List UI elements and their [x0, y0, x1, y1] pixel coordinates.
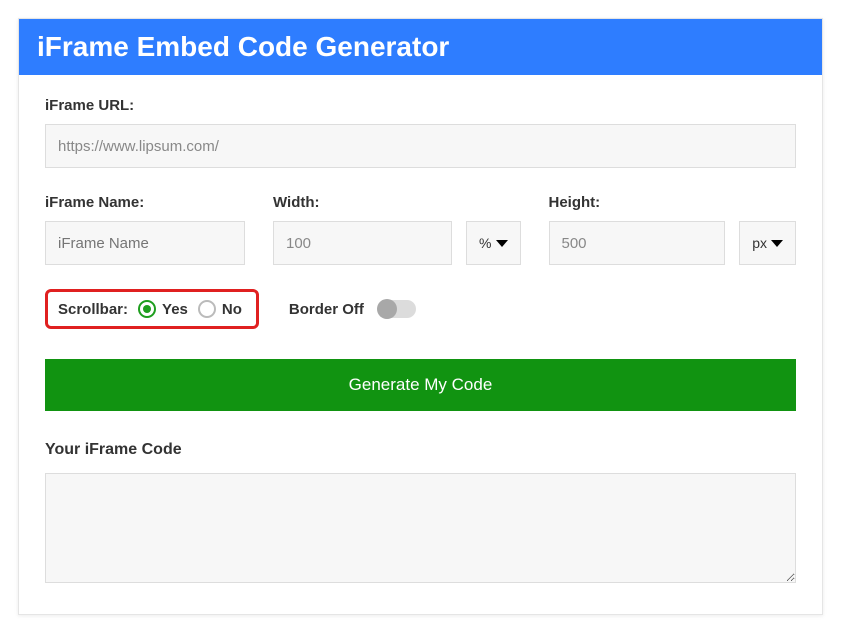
height-column: Height: px	[549, 194, 797, 265]
width-unit-value: %	[479, 235, 491, 251]
output-label: Your iFrame Code	[45, 441, 796, 459]
scrollbar-group: Scrollbar: Yes No	[45, 289, 259, 329]
border-group: Border Off	[289, 300, 416, 318]
name-column: iFrame Name:	[45, 194, 245, 265]
output-textarea[interactable]	[45, 473, 796, 583]
radio-off-icon	[198, 300, 216, 318]
height-unit-value: px	[752, 235, 767, 251]
height-unit-select[interactable]: px	[739, 221, 796, 265]
options-row: Scrollbar: Yes No Border Off	[45, 289, 796, 329]
generator-card: iFrame Embed Code Generator iFrame URL: …	[18, 18, 823, 615]
generate-button[interactable]: Generate My Code	[45, 359, 796, 411]
height-label: Height:	[549, 194, 797, 211]
border-toggle[interactable]	[378, 300, 416, 318]
scrollbar-yes-label: Yes	[162, 301, 188, 318]
name-input[interactable]	[45, 221, 245, 265]
dimensions-row: iFrame Name: Width: % Height:	[45, 194, 796, 265]
width-input[interactable]	[273, 221, 452, 265]
scrollbar-label: Scrollbar:	[58, 301, 128, 318]
toggle-knob-icon	[377, 299, 397, 319]
width-unit-select[interactable]: %	[466, 221, 520, 265]
header: iFrame Embed Code Generator	[19, 19, 822, 75]
height-input[interactable]	[549, 221, 726, 265]
form-body: iFrame URL: iFrame Name: Width: % Height…	[19, 75, 822, 614]
width-label: Width:	[273, 194, 521, 211]
url-input[interactable]	[45, 124, 796, 168]
border-label: Border Off	[289, 301, 364, 318]
chevron-down-icon	[496, 240, 508, 247]
page-title: iFrame Embed Code Generator	[37, 31, 804, 63]
scrollbar-yes-radio[interactable]: Yes	[138, 300, 188, 318]
chevron-down-icon	[771, 240, 783, 247]
scrollbar-no-radio[interactable]: No	[198, 300, 242, 318]
width-column: Width: %	[273, 194, 521, 265]
radio-on-icon	[138, 300, 156, 318]
scrollbar-no-label: No	[222, 301, 242, 318]
url-label: iFrame URL:	[45, 97, 796, 114]
name-label: iFrame Name:	[45, 194, 245, 211]
